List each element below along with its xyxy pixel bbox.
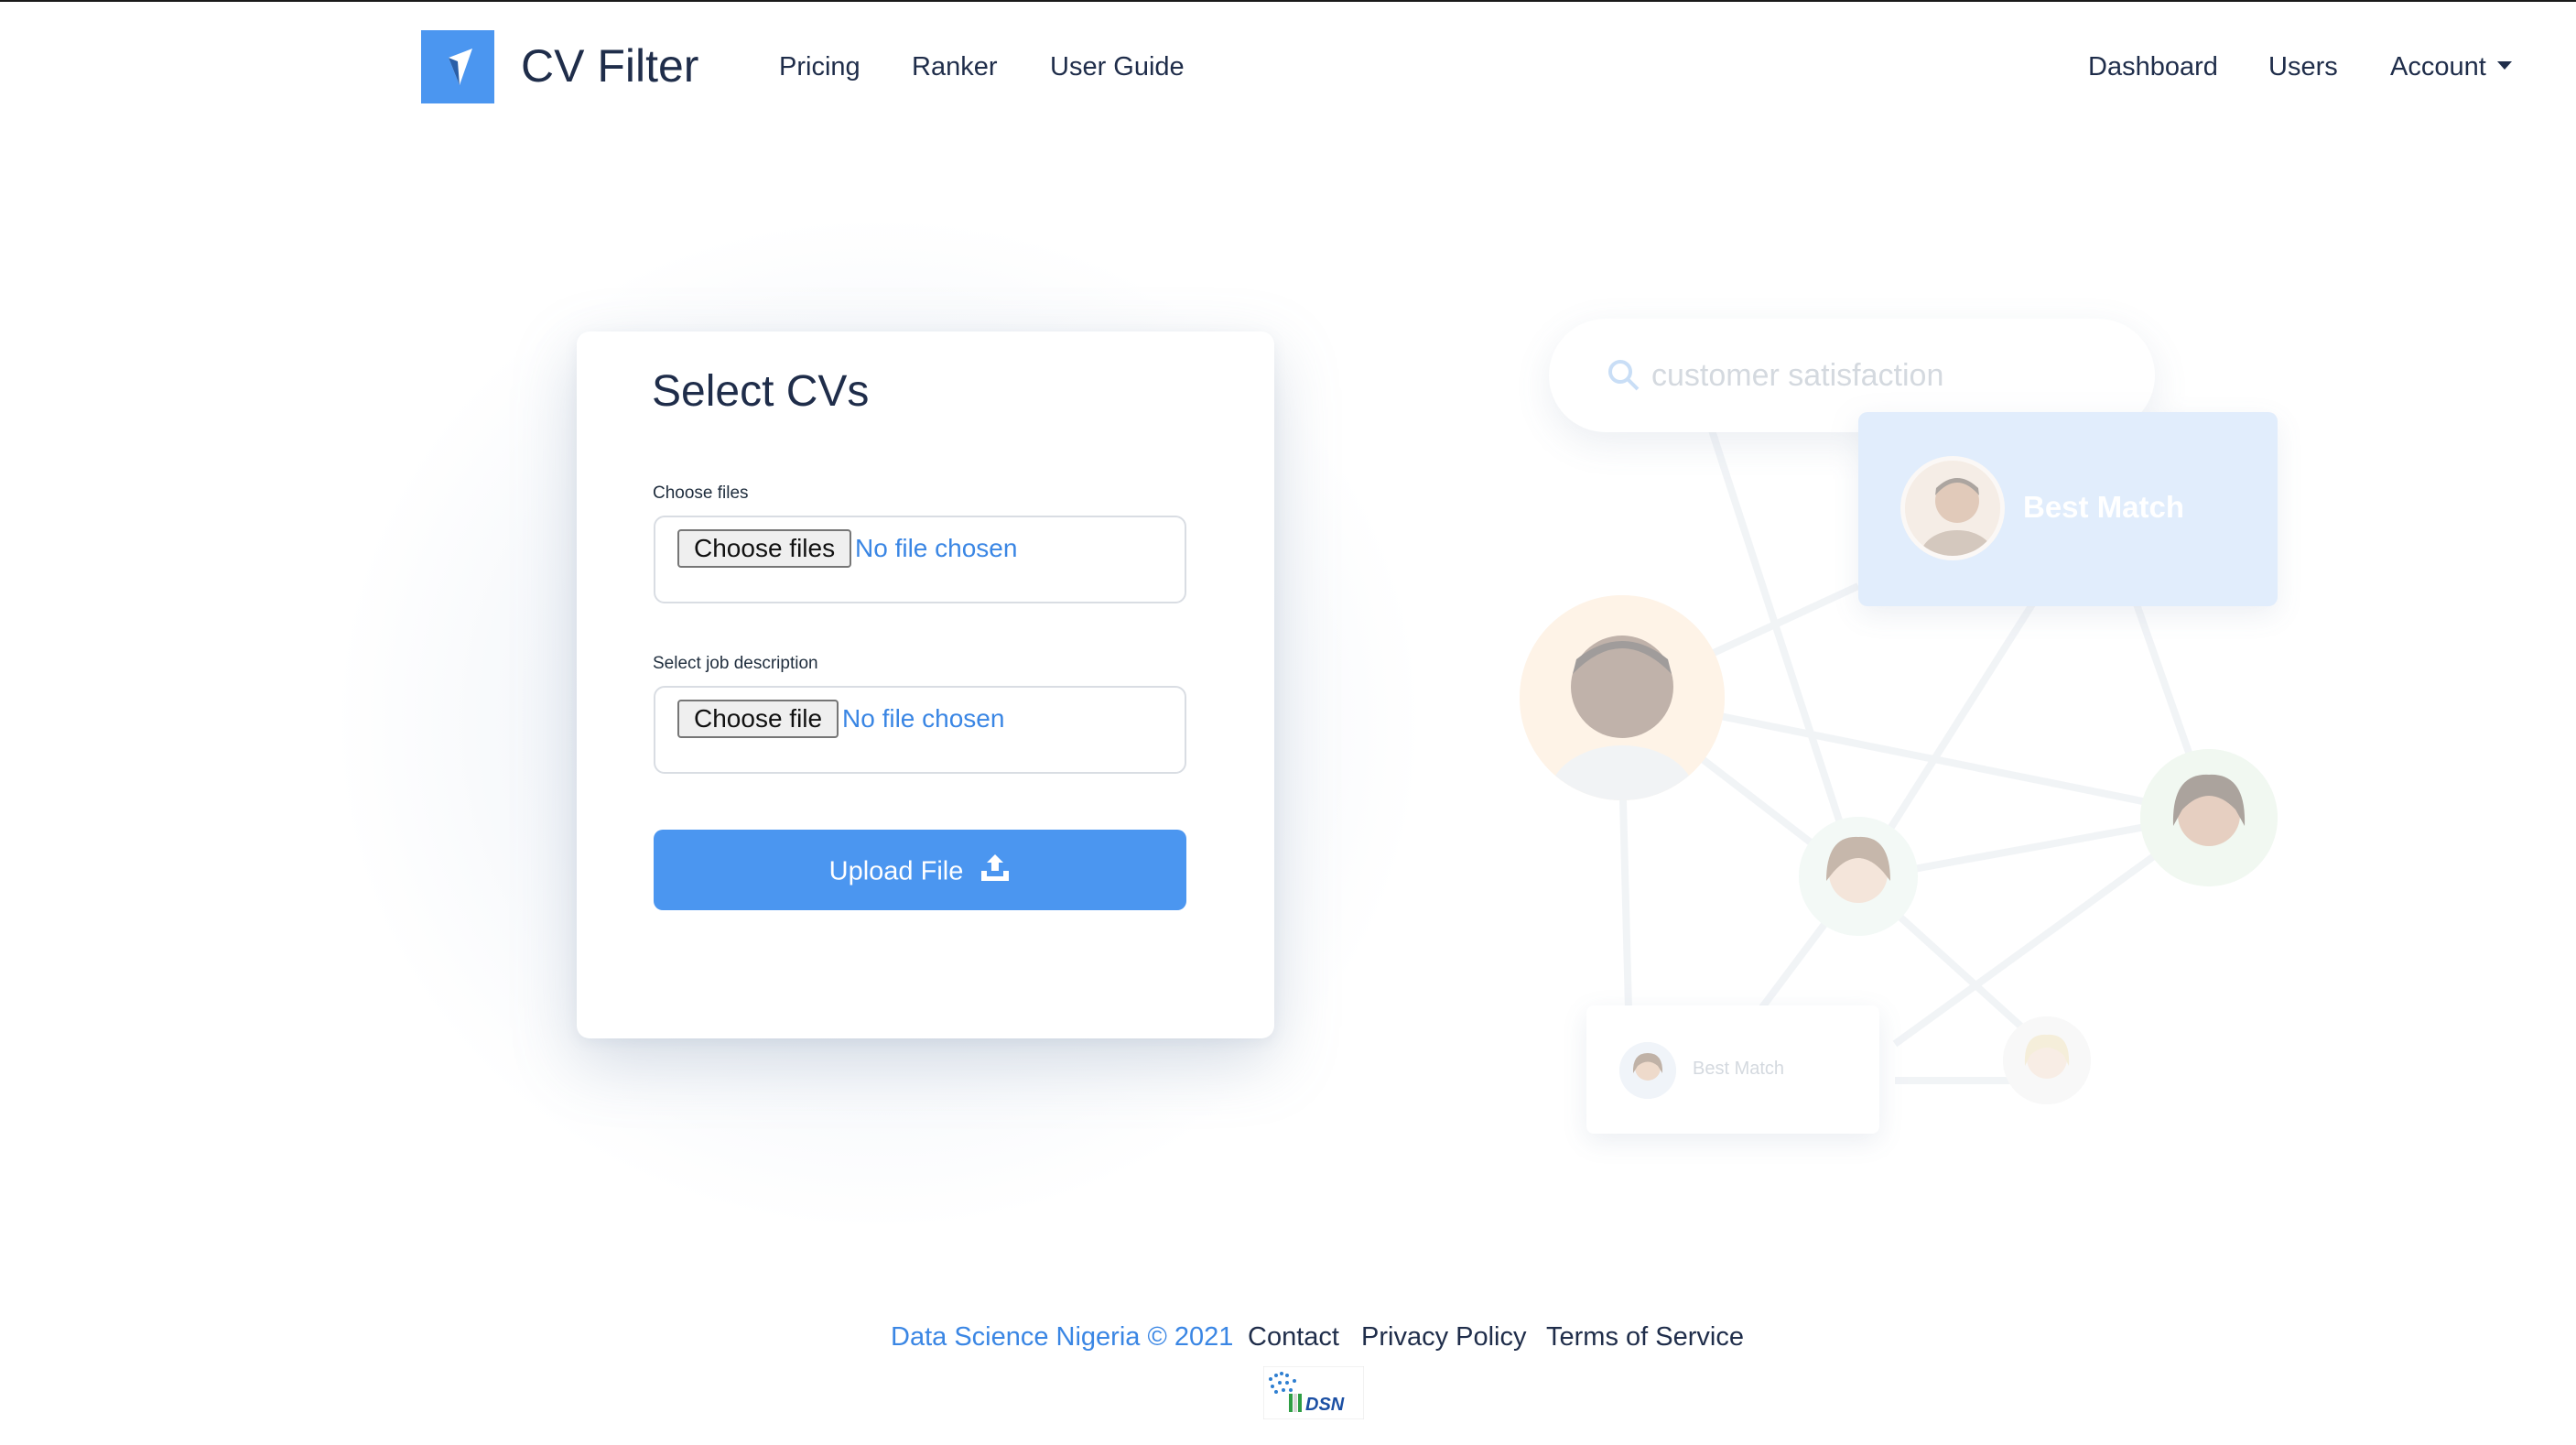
dsn-logo: DSN bbox=[1262, 1365, 1365, 1420]
chevron-down-icon bbox=[2496, 60, 2512, 70]
best-match-label: Best Match bbox=[2023, 490, 2185, 524]
footer-copyright[interactable]: Data Science Nigeria © 2021 bbox=[891, 1319, 1233, 1355]
account-dropdown[interactable]: Account bbox=[2390, 49, 2512, 84]
upload-file-button[interactable]: Upload File bbox=[654, 830, 1186, 910]
avatar bbox=[1799, 817, 1918, 936]
brand-name[interactable]: CV Filter bbox=[521, 37, 698, 95]
card-title: Select CVs bbox=[652, 367, 870, 416]
navbar: CV Filter Pricing Ranker User Guide Dash… bbox=[0, 2, 2576, 130]
choose-file-button[interactable]: Choose file bbox=[677, 700, 839, 738]
upload-button-label: Upload File bbox=[828, 856, 964, 886]
illustration-search-query: customer satisfaction bbox=[1651, 358, 1944, 393]
cv-files-label: Choose files bbox=[653, 483, 749, 503]
choose-files-button[interactable]: Choose files bbox=[677, 529, 852, 568]
cv-files-status: No file chosen bbox=[855, 534, 1018, 562]
search-icon bbox=[1608, 360, 1640, 391]
footer-link-privacy-policy[interactable]: Privacy Policy bbox=[1361, 1319, 1527, 1355]
dsn-logo-icon: DSN bbox=[1262, 1365, 1365, 1420]
small-match-label: Best Match bbox=[1693, 1059, 1785, 1079]
footer-link-terms-of-service[interactable]: Terms of Service bbox=[1546, 1319, 1744, 1355]
job-description-status: No file chosen bbox=[842, 704, 1005, 733]
avatar bbox=[1619, 1042, 1676, 1099]
avatar bbox=[1520, 595, 1725, 800]
nav-link-pricing[interactable]: Pricing bbox=[779, 49, 860, 84]
nav-link-users[interactable]: Users bbox=[2268, 49, 2338, 84]
matching-illustration: customer satisfaction Best Match Best Ma… bbox=[1501, 293, 2380, 1154]
nav-link-user-guide[interactable]: User Guide bbox=[1050, 49, 1185, 84]
logo-mark-icon bbox=[449, 49, 472, 85]
account-label: Account bbox=[2390, 52, 2486, 81]
cv-files-input[interactable]: Choose files No file chosen bbox=[654, 516, 1186, 603]
avatar bbox=[1900, 456, 2005, 560]
avatar bbox=[2140, 749, 2278, 886]
footer-link-contact[interactable]: Contact bbox=[1248, 1319, 1339, 1355]
avatar bbox=[2003, 1016, 2091, 1104]
job-description-label: Select job description bbox=[653, 654, 818, 673]
brand-logo[interactable] bbox=[421, 30, 494, 103]
upload-card: Select CVs Choose files Choose files No … bbox=[577, 331, 1274, 1038]
best-match-card: Best Match bbox=[1858, 412, 2278, 606]
footer: Data Science Nigeria © 2021 Contact Priv… bbox=[0, 1319, 2576, 1355]
nav-link-ranker[interactable]: Ranker bbox=[912, 49, 998, 84]
job-description-input[interactable]: Choose file No file chosen bbox=[654, 686, 1186, 774]
nav-link-dashboard[interactable]: Dashboard bbox=[2088, 49, 2218, 84]
upload-icon bbox=[981, 854, 1010, 882]
dsn-logo-text: DSN bbox=[1305, 1395, 1345, 1415]
small-match-card: Best Match bbox=[1586, 1005, 1879, 1134]
